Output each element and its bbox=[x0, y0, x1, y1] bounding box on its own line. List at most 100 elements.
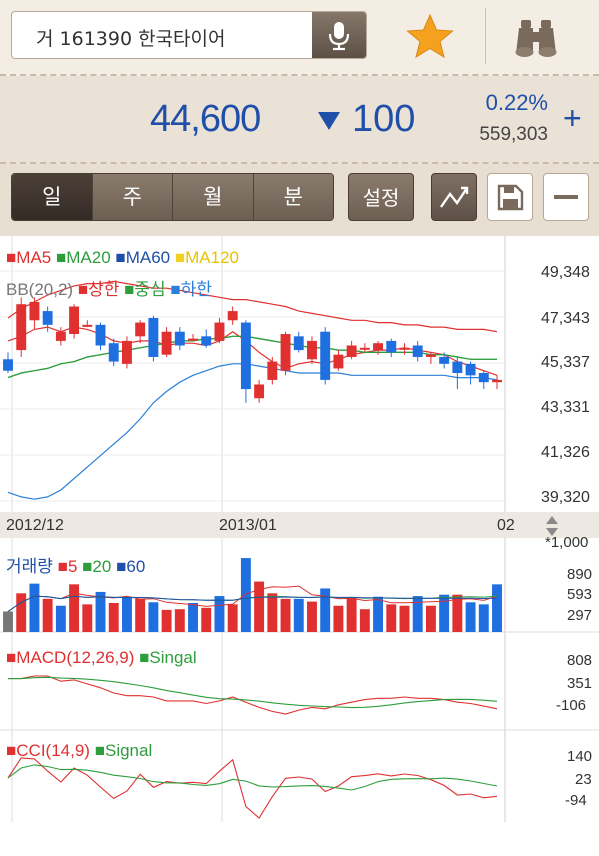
price-y-label: 49,348 bbox=[541, 264, 590, 281]
period-tab-month[interactable]: 월 bbox=[173, 174, 254, 220]
volume-bar bbox=[267, 593, 278, 632]
cci-y-label: 140 bbox=[567, 748, 593, 765]
bb-legend-title: BB(20,2) bbox=[6, 280, 74, 299]
volume-y-label: 890 bbox=[567, 566, 593, 583]
volume-bar bbox=[478, 604, 489, 632]
volume-bar bbox=[214, 596, 225, 632]
microphone-icon bbox=[328, 22, 350, 51]
volume-bar bbox=[29, 583, 40, 632]
volume-bar bbox=[42, 598, 53, 632]
volume-bar bbox=[373, 596, 384, 632]
trend-line-button[interactable] bbox=[431, 173, 477, 221]
settings-button[interactable]: 설정 bbox=[348, 173, 414, 221]
macd-legend-marker: ■ bbox=[6, 648, 17, 667]
volume-bar bbox=[359, 609, 370, 632]
vol5-legend: 5 bbox=[67, 557, 78, 576]
candle-body bbox=[359, 347, 370, 350]
candle-body bbox=[148, 317, 159, 357]
volume-bar bbox=[55, 605, 66, 632]
volume-y-label: 297 bbox=[567, 607, 593, 624]
macd-signal-legend-marker: ■ bbox=[139, 648, 150, 667]
chart-area: ■MA5 ■MA20 ■MA60 ■MA120 BB(20,2) ■상한 ■중심… bbox=[0, 236, 599, 852]
candle-body bbox=[42, 311, 53, 325]
volume-bar bbox=[108, 602, 119, 632]
volume-bar bbox=[240, 558, 251, 632]
volume-bar bbox=[346, 597, 357, 632]
candle-body bbox=[174, 331, 185, 346]
candle-body bbox=[465, 363, 476, 376]
expand-button[interactable]: + bbox=[563, 100, 582, 137]
macd-legend-label: MACD(12,26,9) bbox=[16, 648, 135, 667]
price-y-label: 41,326 bbox=[541, 444, 590, 461]
period-tab-week[interactable]: 주 bbox=[92, 174, 173, 220]
volume-bar bbox=[280, 598, 291, 632]
volume-bar bbox=[333, 605, 344, 632]
vol60-legend-marker: ■ bbox=[116, 557, 127, 576]
vol20-legend: 20 bbox=[92, 557, 112, 576]
ma60-legend-marker: ■ bbox=[115, 248, 126, 267]
period-selector: 일 주 월 분 bbox=[11, 173, 334, 221]
vol20-legend-marker: ■ bbox=[82, 557, 93, 576]
macd-y-label: -106 bbox=[556, 697, 587, 714]
macd-line bbox=[8, 675, 498, 715]
macd-legend: ■MACD(12,26,9) ■Singal bbox=[6, 648, 197, 668]
volume-bar bbox=[492, 584, 502, 632]
search-box[interactable]: 거 161390 한국타이어 bbox=[11, 11, 367, 59]
ma120-legend-marker: ■ bbox=[174, 248, 186, 267]
bb-upper-legend-marker: ■ bbox=[77, 280, 89, 299]
volume-bar bbox=[293, 598, 304, 632]
volume-bar bbox=[399, 605, 410, 632]
candle-body bbox=[29, 301, 40, 321]
volume-bar bbox=[174, 609, 185, 632]
bb-middle-legend-marker: ■ bbox=[124, 280, 135, 299]
volume-bar bbox=[307, 601, 317, 632]
candle-body bbox=[161, 331, 172, 355]
bb-upper-legend: 상한 bbox=[88, 280, 120, 299]
volume-legend: 거래량 ■5 ■20 ■60 bbox=[6, 552, 145, 577]
candle-body bbox=[478, 373, 489, 383]
favorite-button[interactable] bbox=[404, 12, 456, 62]
zoom-out-button[interactable] bbox=[543, 173, 589, 221]
candle-body bbox=[214, 322, 225, 341]
volume-bar bbox=[69, 584, 80, 632]
candle-body bbox=[227, 311, 238, 321]
candle-body bbox=[108, 343, 119, 362]
price-y-label: 39,320 bbox=[541, 489, 590, 506]
volume-ma-line-5 bbox=[7, 585, 498, 612]
candle-body bbox=[320, 331, 331, 380]
vol60-legend: 60 bbox=[126, 557, 146, 576]
save-button[interactable] bbox=[487, 173, 533, 221]
date-label: 2013/01 bbox=[219, 517, 277, 534]
ma60-legend: MA60 bbox=[125, 248, 171, 267]
cci-line bbox=[7, 757, 498, 819]
price-y-label: 47,343 bbox=[541, 310, 590, 327]
period-tab-minute[interactable]: 분 bbox=[253, 174, 333, 220]
toolbar-divider bbox=[485, 8, 486, 64]
candle-body bbox=[69, 306, 80, 335]
trade-volume: 559,303 bbox=[479, 124, 548, 145]
candle-body bbox=[240, 322, 251, 390]
ma20-legend: MA20 bbox=[66, 248, 111, 267]
volume-unit-label: *1,000 bbox=[545, 534, 589, 551]
volume-bar bbox=[320, 588, 331, 632]
chart-toolbar: 일 주 월 분 설정 bbox=[0, 164, 599, 236]
volume-bar bbox=[425, 605, 436, 632]
candle-body bbox=[425, 354, 436, 357]
volume-bar bbox=[135, 598, 146, 632]
ma5-legend-marker: ■ bbox=[6, 248, 17, 267]
bb-legend: BB(20,2) ■상한 ■중심 ■하한 bbox=[6, 275, 212, 300]
candle-body bbox=[399, 347, 410, 350]
price-y-label: 43,331 bbox=[541, 399, 590, 416]
explore-button[interactable] bbox=[510, 14, 562, 60]
candle-body bbox=[82, 324, 93, 327]
period-tab-day[interactable]: 일 bbox=[12, 174, 93, 220]
trend-line-icon bbox=[440, 186, 469, 208]
ma120-legend: MA120 bbox=[185, 248, 240, 267]
macd-y-label: 808 bbox=[567, 652, 593, 669]
search-input[interactable]: 거 161390 한국타이어 bbox=[36, 24, 226, 51]
macd-signal-legend-label: Singal bbox=[149, 648, 197, 667]
microphone-button[interactable] bbox=[312, 12, 366, 58]
cci-legend: ■CCI(14,9) ■Signal bbox=[6, 741, 152, 761]
volume-bar bbox=[188, 602, 198, 632]
volume-y-label: 593 bbox=[567, 586, 593, 603]
